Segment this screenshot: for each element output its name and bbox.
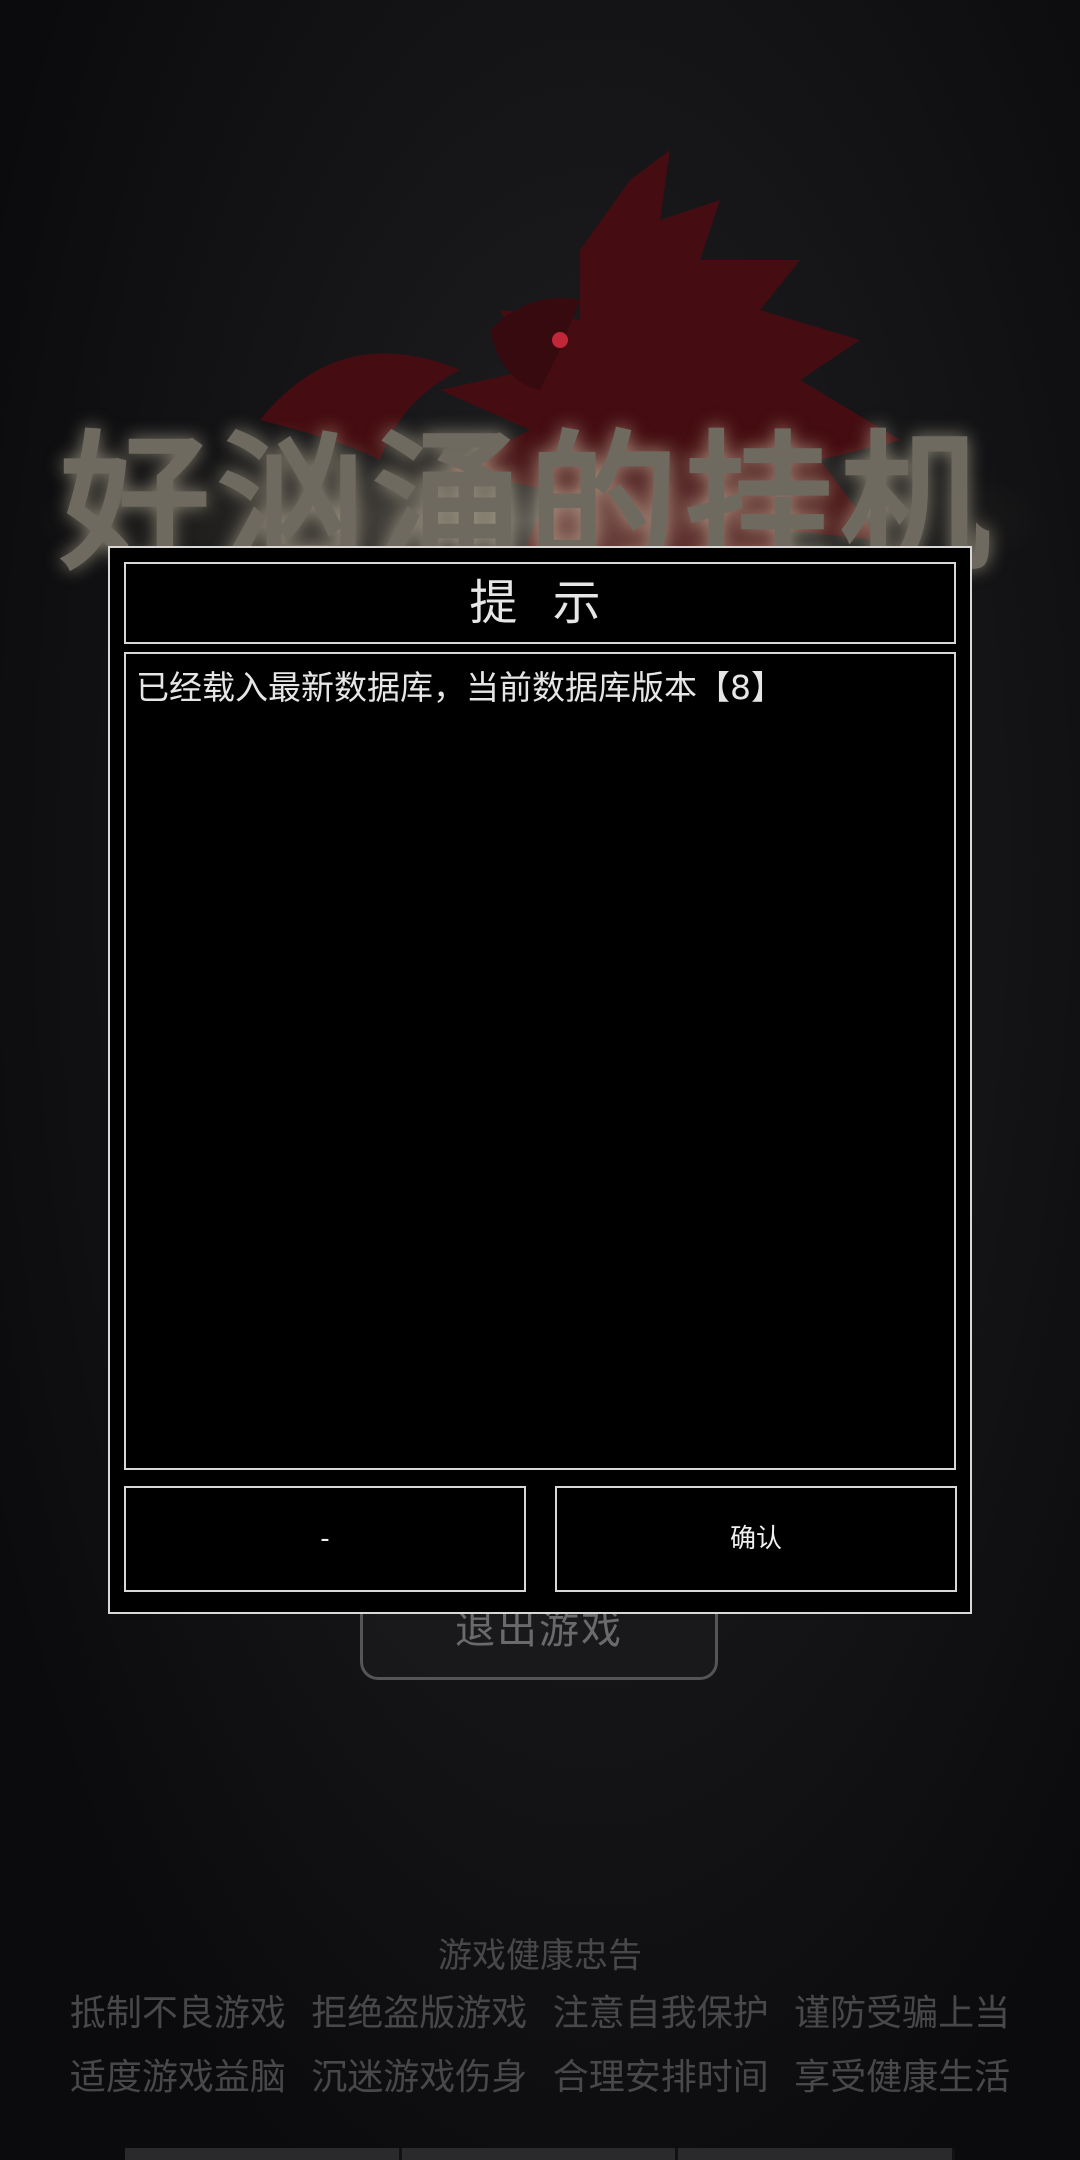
bottom-menu-strip (125, 2148, 956, 2160)
notice-dialog: 提 示 已经载入最新数据库，当前数据库版本【8】 - 确认 (108, 546, 972, 1614)
dialog-dash-button[interactable]: - (124, 1486, 526, 1592)
health-notice-title: 游戏健康忠告 (438, 1936, 642, 1976)
dialog-confirm-button[interactable]: 确认 (555, 1486, 957, 1592)
dialog-title: 提 示 (124, 562, 956, 644)
health-notice-line-2: 适度游戏益脑 沉迷游戏伤身 合理安排时间 享受健康生活 (69, 2057, 1011, 2098)
bottom-strip-segment (678, 2148, 956, 2160)
health-notice-line-1: 抵制不良游戏 拒绝盗版游戏 注意自我保护 谨防受骗上当 (69, 1993, 1011, 2034)
health-notice: 游戏健康忠告 抵制不良游戏 拒绝盗版游戏 注意自我保护 谨防受骗上当 适度游戏益… (0, 1930, 1080, 2110)
bottom-strip-segment (402, 2148, 679, 2160)
bottom-strip-segment (125, 2148, 402, 2160)
dialog-message: 已经载入最新数据库，当前数据库版本【8】 (124, 652, 956, 1470)
